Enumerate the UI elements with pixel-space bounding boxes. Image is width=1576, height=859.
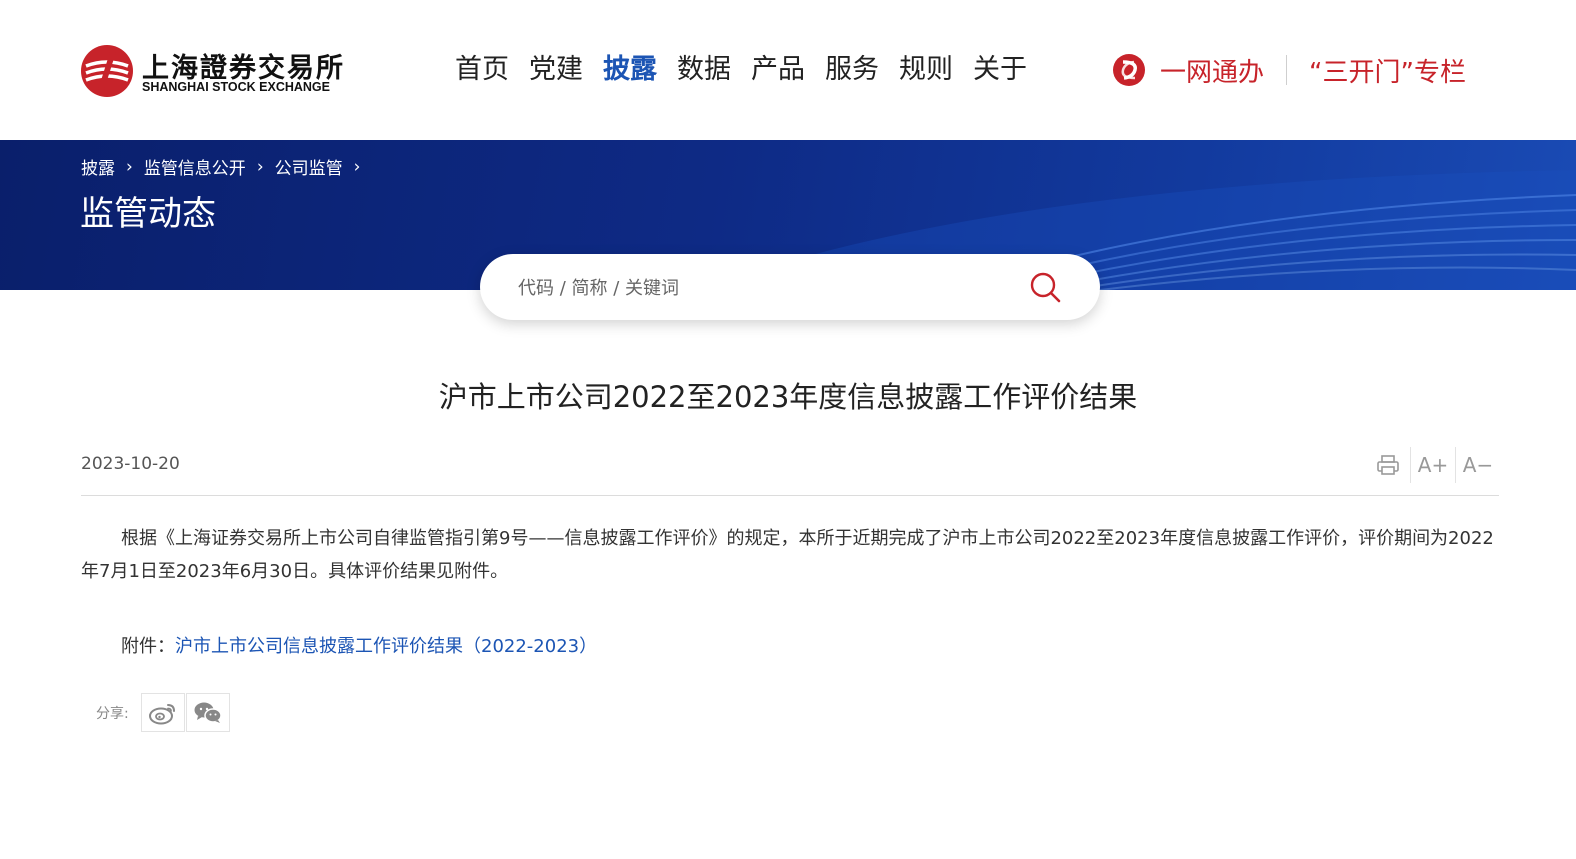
font-larger-button[interactable]: A+ xyxy=(1411,446,1455,484)
chevron-right-icon: › xyxy=(126,156,133,177)
header-divider xyxy=(1286,55,1288,85)
nav-item-rules[interactable]: 规则 xyxy=(899,50,953,90)
share-wechat-button[interactable] xyxy=(186,693,230,732)
weibo-icon xyxy=(149,703,175,724)
nav-item-home[interactable]: 首页 xyxy=(455,50,509,90)
site-header: 上海證券交易所 SHANGHAI STOCK EXCHANGE 首页 党建 披露… xyxy=(0,0,1576,140)
search-icon[interactable] xyxy=(1028,270,1062,304)
attachment-label: 附件： xyxy=(121,636,175,657)
main-nav: 首页 党建 披露 数据 产品 服务 规则 关于 xyxy=(455,50,1047,90)
nav-item-data[interactable]: 数据 xyxy=(677,50,731,90)
article-title: 沪市上市公司2022至2023年度信息披露工作评价结果 xyxy=(438,380,1138,414)
nav-item-disclosure[interactable]: 披露 xyxy=(603,50,657,90)
attachment-link[interactable]: 沪市上市公司信息披露工作评价结果（2022-2023） xyxy=(175,636,597,657)
sse-logo-icon xyxy=(81,45,133,97)
breadcrumb-regulatory-info[interactable]: 监管信息公开 xyxy=(144,154,246,179)
font-smaller-button[interactable]: A− xyxy=(1456,446,1500,484)
chevron-right-icon: › xyxy=(256,156,264,177)
nav-item-party[interactable]: 党建 xyxy=(529,50,583,90)
ywtb-logo-icon[interactable] xyxy=(1112,53,1146,87)
breadcrumb: 披露 › 监管信息公开 › 公司监管 › xyxy=(81,154,371,180)
search-input[interactable] xyxy=(516,268,1020,308)
breadcrumb-disclosure[interactable]: 披露 xyxy=(81,154,115,179)
logo-english-text: SHANGHAI STOCK EXCHANGE xyxy=(142,80,330,94)
share-weibo-button[interactable] xyxy=(141,693,185,732)
page-title: 监管动态 xyxy=(80,194,216,234)
ywtb-link[interactable]: 一网通办 xyxy=(1160,52,1264,89)
print-icon xyxy=(1377,455,1399,475)
breadcrumb-company-regulation[interactable]: 公司监管 xyxy=(275,154,343,179)
nav-item-products[interactable]: 产品 xyxy=(751,50,805,90)
nav-item-services[interactable]: 服务 xyxy=(825,50,879,90)
article-body: 根据《上海证券交易所上市公司自律监管指引第9号——信息披露工作评价》的规定，本所… xyxy=(81,528,1494,582)
chevron-right-icon: › xyxy=(353,156,361,177)
sse-logo[interactable]: 上海證券交易所 SHANGHAI STOCK EXCHANGE xyxy=(80,44,350,100)
article-date: 2023-10-20 xyxy=(81,454,180,474)
wechat-icon xyxy=(194,702,222,723)
print-button[interactable] xyxy=(1366,446,1410,484)
article-tools: A+ A− xyxy=(1366,446,1500,484)
search-bar xyxy=(480,254,1100,320)
attachment-row: 附件：沪市上市公司信息披露工作评价结果（2022-2023） xyxy=(121,630,597,663)
title-divider xyxy=(81,495,1499,496)
header-right-links: 一网通办 “三开门”专栏 xyxy=(1112,50,1466,90)
nav-item-about[interactable]: 关于 xyxy=(973,50,1027,90)
share-label: 分享: xyxy=(96,706,129,722)
three-doors-column-link[interactable]: “三开门”专栏 xyxy=(1309,52,1466,89)
